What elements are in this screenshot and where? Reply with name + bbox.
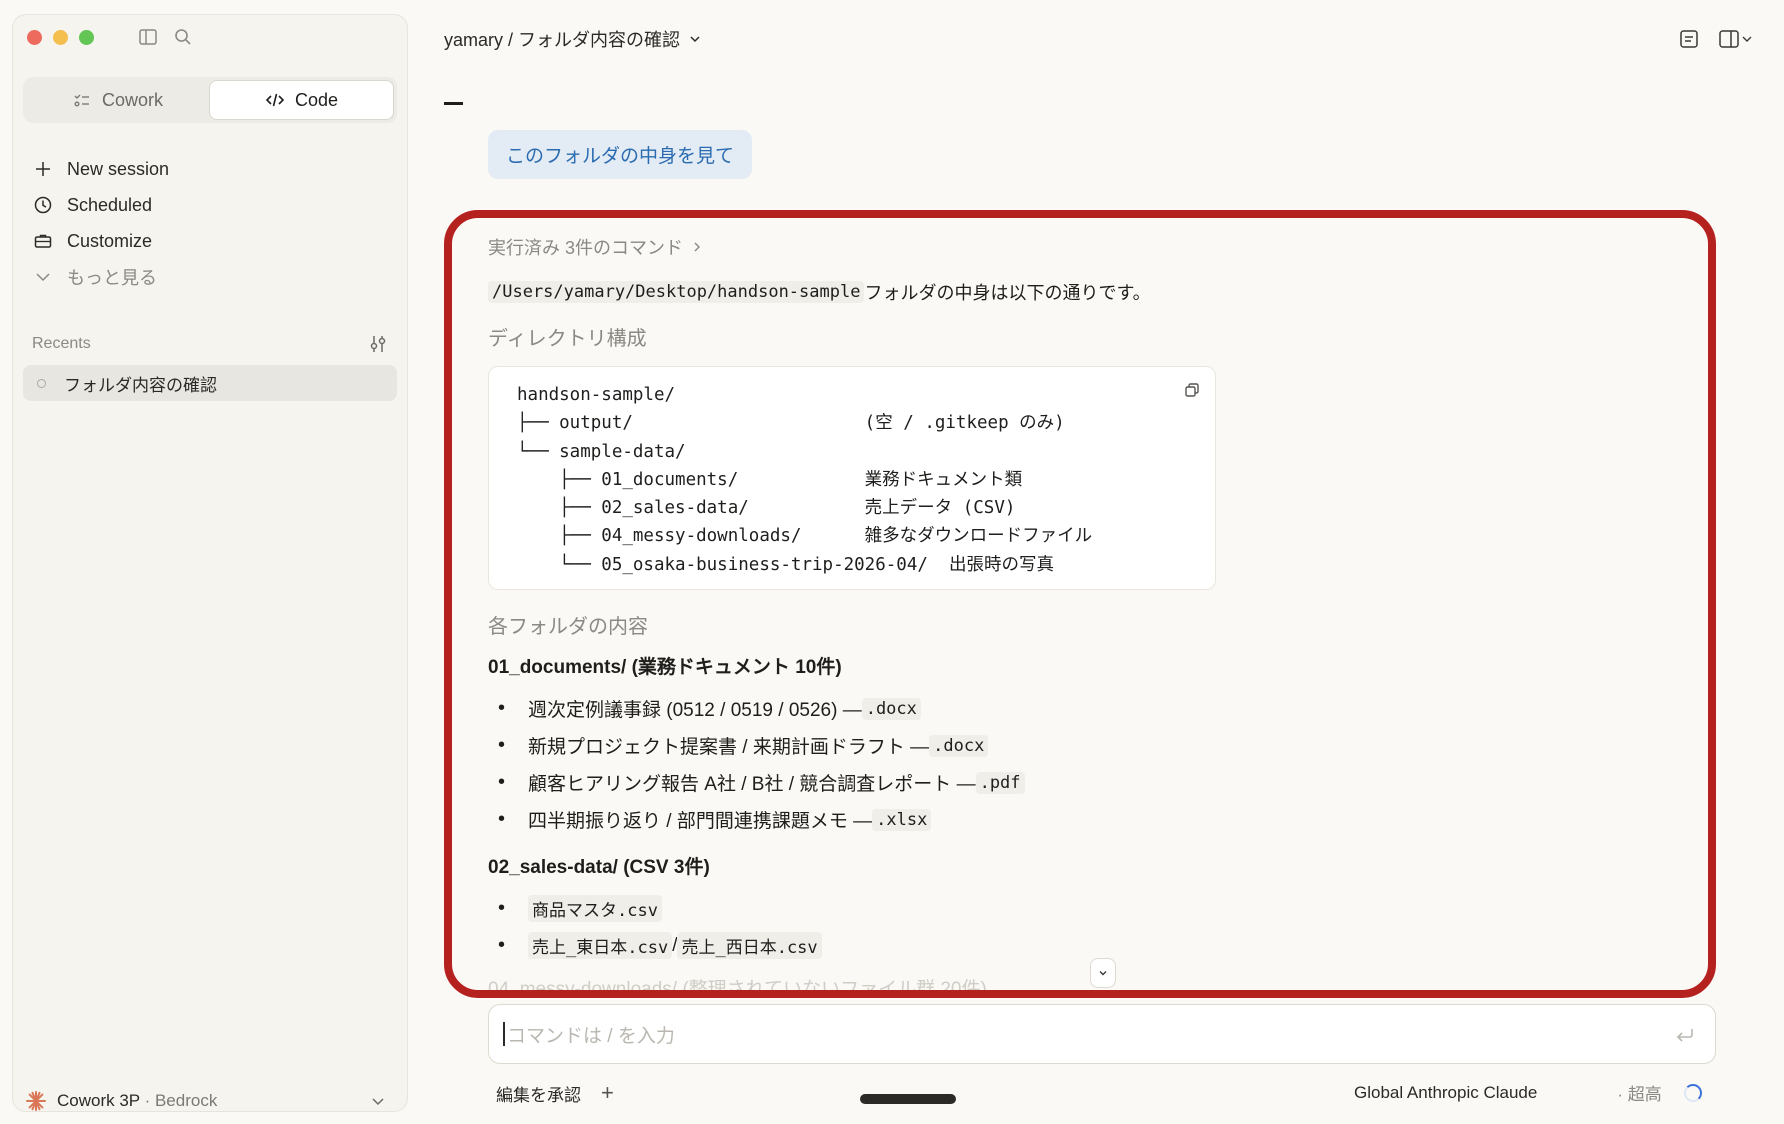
mode-tab-code[interactable]: Code <box>209 80 394 120</box>
sidebar-item-label: もっと見る <box>67 268 157 288</box>
add-attachment-button[interactable]: + <box>601 1080 614 1106</box>
cowork-icon <box>74 94 89 107</box>
page-title: yamary / フォルダ内容の確認 <box>444 30 681 50</box>
recent-session-item[interactable]: フォルダ内容の確認 <box>23 365 397 401</box>
mode-switcher: Cowork Code <box>23 77 397 123</box>
mode-tab-cowork[interactable]: Cowork <box>26 80 209 120</box>
clock-icon <box>34 196 52 214</box>
sidebar: Cowork Code New session Scheduled Custom… <box>12 14 408 1112</box>
recent-session-label: フォルダ内容の確認 <box>64 375 217 395</box>
minimize-window-button[interactable] <box>53 30 68 45</box>
filter-icon[interactable] <box>367 333 389 355</box>
session-status-icon <box>37 378 46 388</box>
chevron-down-icon <box>1099 971 1107 976</box>
recents-heading: Recents <box>32 335 91 352</box>
zoom-window-button[interactable] <box>79 30 94 45</box>
accept-edits-button[interactable]: 編集を承認 <box>496 1081 581 1106</box>
command-input-placeholder: コマンドは / を入力 <box>507 1025 675 1047</box>
account-name: Cowork 3P <box>57 1091 140 1110</box>
sidebar-item-label: Customize <box>67 230 153 251</box>
app-window: Cowork Code New session Scheduled Custom… <box>0 0 1784 1124</box>
window-controls <box>27 30 94 45</box>
command-input[interactable]: コマンドは / を入力 <box>488 1004 1716 1064</box>
code-icon <box>265 93 285 107</box>
sidebar-item-customize[interactable]: Customize <box>33 223 393 259</box>
home-indicator <box>860 1094 956 1104</box>
effort-level: · 超高 <box>1617 1085 1662 1104</box>
close-window-button[interactable] <box>27 30 42 45</box>
sidebar-item-more[interactable]: もっと見る <box>33 259 393 295</box>
text-caret <box>503 1022 505 1046</box>
mode-tab-label: Code <box>294 89 339 110</box>
chevron-down-icon <box>372 1098 384 1106</box>
model-selector[interactable]: Global Anthropic Claude · 超高 <box>1354 1080 1702 1105</box>
sidebar-item-new-session[interactable]: New session <box>33 151 393 187</box>
sidebar-nav: New session Scheduled Customize もっと見る <box>33 151 393 295</box>
user-message: このフォルダの中身を見て <box>488 130 753 179</box>
plus-icon <box>36 162 50 176</box>
panel-icon[interactable] <box>1718 28 1754 50</box>
briefcase-icon <box>34 234 52 248</box>
model-name: Global Anthropic Claude <box>1354 1082 1538 1102</box>
conversation-title[interactable]: yamary / フォルダ内容の確認 <box>444 26 702 52</box>
search-icon[interactable] <box>173 27 193 47</box>
sidebar-item-label: New session <box>67 158 170 179</box>
user-message-text: このフォルダの中身を見て <box>506 146 735 167</box>
account-separator: · <box>139 1091 155 1110</box>
sidebar-toggle-icon[interactable] <box>138 27 158 47</box>
highlight-annotation-box <box>444 210 1716 998</box>
account-provider: Bedrock <box>154 1091 218 1110</box>
chevron-down-icon <box>36 273 50 282</box>
chevron-down-icon <box>690 36 700 43</box>
send-icon[interactable] <box>1673 1023 1697 1047</box>
sidebar-item-scheduled[interactable]: Scheduled <box>33 187 393 223</box>
notes-icon[interactable] <box>1678 28 1700 50</box>
mode-tab-label: Cowork <box>101 89 163 110</box>
spark-logo-icon <box>26 1091 46 1111</box>
sidebar-item-label: Scheduled <box>67 194 153 215</box>
account-switcher[interactable]: Cowork 3P · Bedrock <box>25 1087 397 1115</box>
scroll-to-bottom-button[interactable] <box>1090 958 1116 988</box>
conversation-divider <box>444 102 463 105</box>
composer-toolbar: 編集を承認 + <box>496 1080 614 1106</box>
loading-spinner-icon <box>1683 1083 1702 1102</box>
